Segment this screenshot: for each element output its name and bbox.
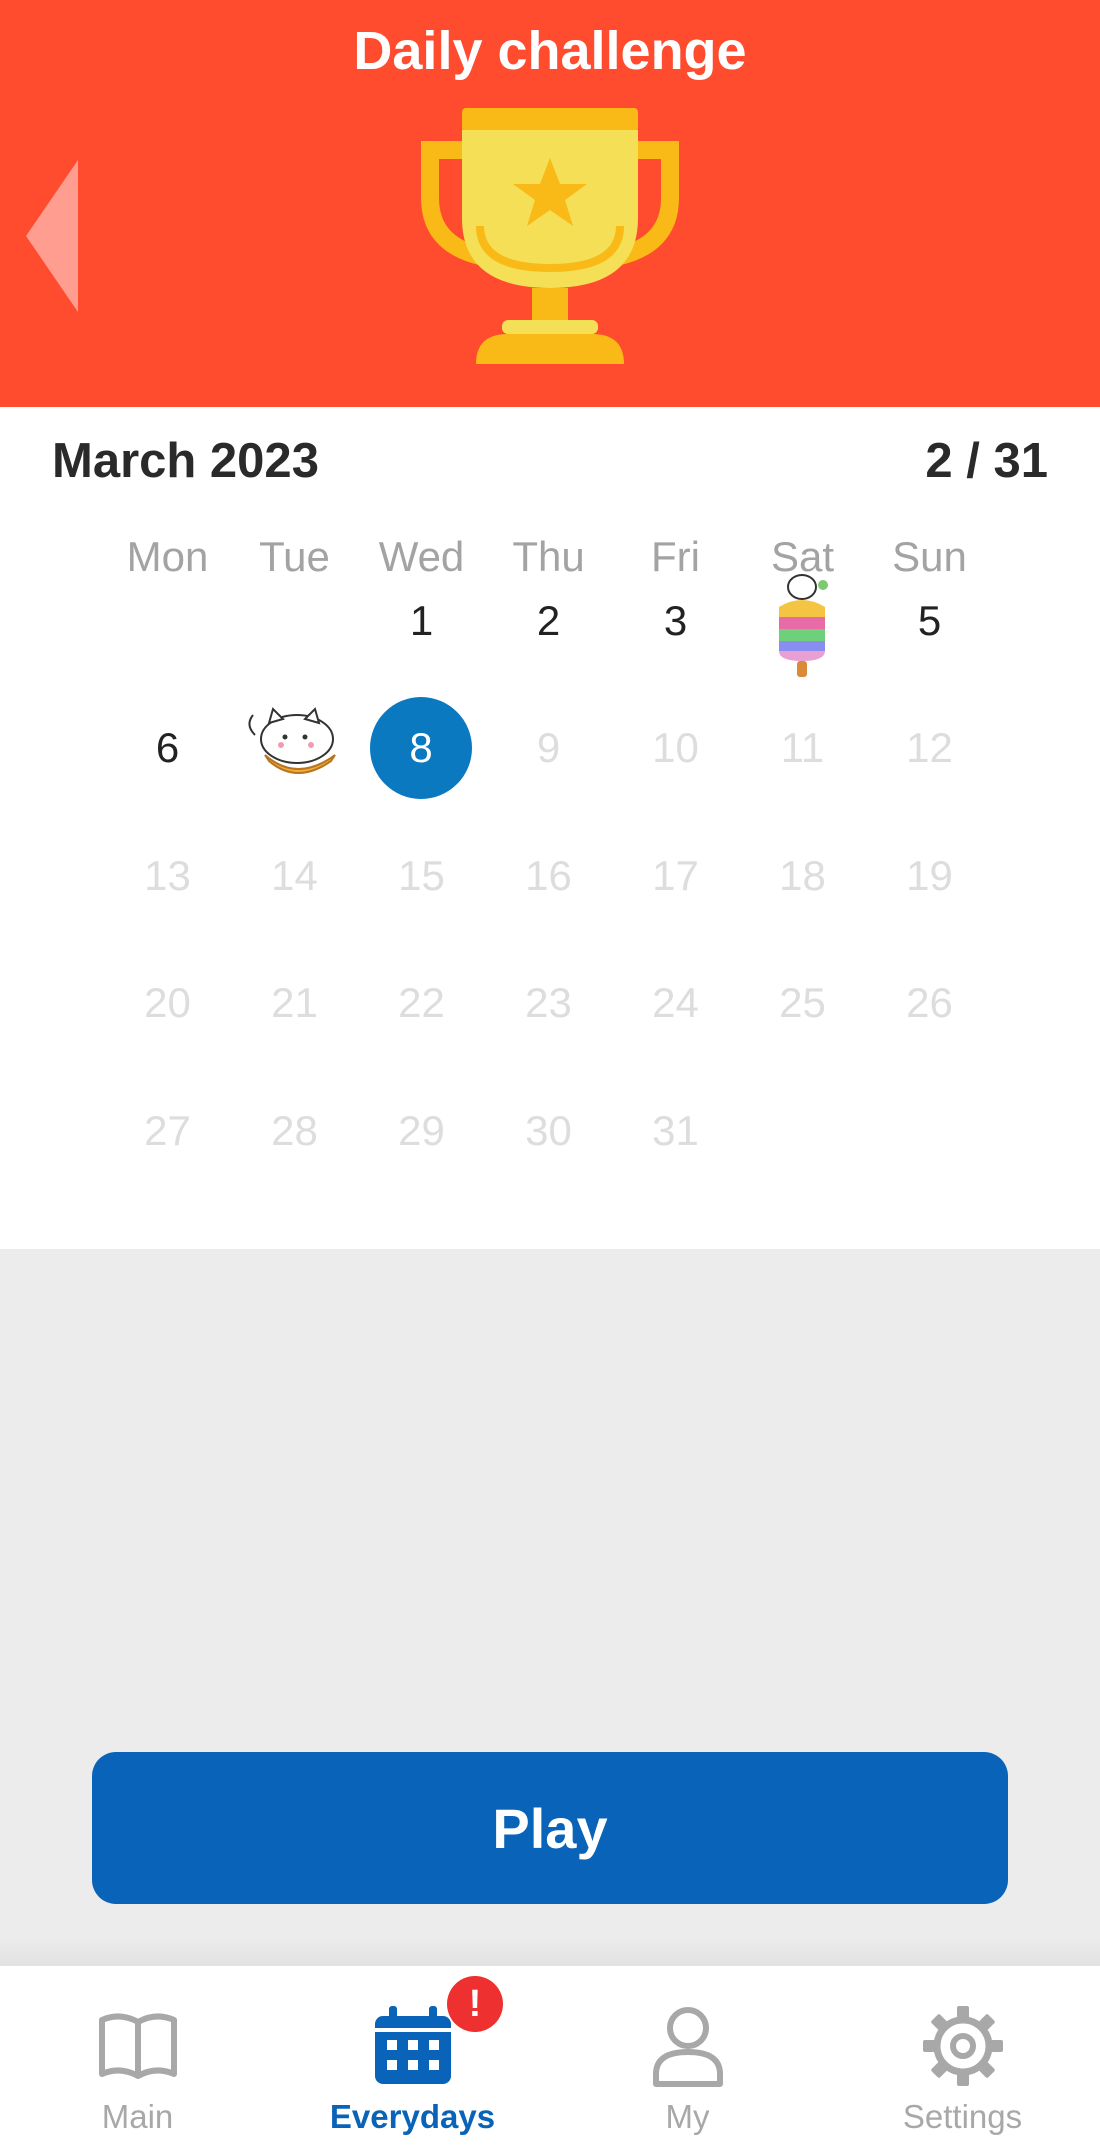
day-number: 10 — [652, 724, 699, 771]
calendar-day-11[interactable]: 11 — [739, 685, 866, 812]
ice-cream-cat-sticker-icon — [779, 574, 828, 677]
calendar-day-6[interactable]: 6 — [104, 685, 231, 812]
notification-badge: ! — [447, 1976, 503, 2032]
calendar-day-1[interactable]: 1 — [358, 557, 485, 684]
calendar-day-20[interactable]: 20 — [104, 940, 231, 1067]
calendar-day-8[interactable]: 8 — [358, 685, 485, 812]
cat-in-bowl-sticker-icon — [248, 706, 336, 774]
calendar-day-23[interactable]: 23 — [485, 940, 612, 1067]
calendar-day-31[interactable]: 31 — [612, 1067, 739, 1194]
month-title: March 2023 — [52, 434, 319, 488]
calendar-day-25[interactable]: 25 — [739, 940, 866, 1067]
tab-settings-label: Settings — [902, 2098, 1023, 2135]
book-icon — [99, 2013, 177, 2079]
header: Daily challenge — [0, 0, 1100, 407]
day-number: 29 — [398, 1106, 445, 1154]
day-number: 19 — [906, 851, 953, 899]
tab-main-label: Main — [101, 2098, 174, 2135]
day-number: 8 — [370, 696, 472, 799]
calendar-day-14[interactable]: 14 — [231, 812, 358, 939]
calendar-day-16[interactable]: 16 — [485, 812, 612, 939]
day-number: 11 — [780, 724, 825, 771]
tab-my[interactable]: My — [550, 1966, 825, 2150]
progress-counter: 2 / 31 — [925, 434, 1048, 488]
day-number: 28 — [271, 1106, 318, 1154]
play-button[interactable]: Play — [92, 1752, 1008, 1904]
user-icon — [653, 2007, 723, 2087]
day-number: 14 — [271, 851, 318, 899]
calendar-day-28[interactable]: 28 — [231, 1067, 358, 1194]
day-number: 31 — [652, 1106, 699, 1154]
tabbar-shadow — [0, 1938, 1100, 1966]
day-number: 17 — [652, 851, 699, 899]
day-number: 1 — [409, 596, 434, 644]
tab-bar: Main ! Everydays My Settings — [0, 1966, 1100, 2150]
day-number: 20 — [144, 979, 191, 1026]
day-grid: 1 2 3 5 6 8 9 10 11 12 13 14 15 16 17 18 19 20 21 22 23 24 25 2… — [104, 574, 996, 1260]
calendar-day-5[interactable]: 5 — [866, 557, 993, 684]
day-number: 24 — [652, 979, 699, 1026]
tab-my-label: My — [665, 2098, 710, 2135]
calendar-panel: March 2023 2 / 31 Mon Tue Wed Thu Fri Sa… — [0, 407, 1100, 1249]
calendar-day-19[interactable]: 19 — [866, 812, 993, 939]
day-number: 6 — [155, 724, 180, 771]
calendar-day-9[interactable]: 9 — [485, 685, 612, 812]
calendar-day-4-completed[interactable] — [739, 557, 866, 684]
day-number: 22 — [398, 979, 445, 1026]
calendar-day-3[interactable]: 3 — [612, 557, 739, 684]
trophy-icon — [421, 108, 679, 364]
calendar-icon — [375, 2006, 451, 2084]
day-number: 13 — [144, 851, 191, 899]
calendar-day-21[interactable]: 21 — [231, 940, 358, 1067]
tab-settings[interactable]: Settings — [825, 1966, 1100, 2150]
page-title: Daily challenge — [353, 21, 747, 81]
day-number: 27 — [144, 1106, 191, 1154]
day-number: 12 — [906, 724, 953, 771]
calendar-day-12[interactable]: 12 — [866, 685, 993, 812]
tab-everydays[interactable]: ! Everydays — [275, 1966, 550, 2150]
day-number: 23 — [525, 979, 572, 1026]
calendar-day-26[interactable]: 26 — [866, 940, 993, 1067]
day-number: 5 — [917, 596, 942, 644]
weekday-mon: Mon — [126, 533, 209, 580]
calendar-day-18[interactable]: 18 — [739, 812, 866, 939]
back-arrow-icon[interactable] — [26, 160, 78, 312]
day-number: 30 — [525, 1106, 572, 1154]
tab-main[interactable]: Main — [0, 1966, 275, 2150]
calendar-day-17[interactable]: 17 — [612, 812, 739, 939]
calendar-day-10[interactable]: 10 — [612, 685, 739, 812]
day-number: 25 — [779, 979, 826, 1026]
calendar-day-30[interactable]: 30 — [485, 1067, 612, 1194]
tab-everydays-label: Everydays — [329, 2098, 496, 2135]
calendar-day-2[interactable]: 2 — [485, 557, 612, 684]
gear-icon — [923, 2006, 1003, 2086]
day-number: 3 — [663, 596, 688, 644]
calendar-day-22[interactable]: 22 — [358, 940, 485, 1067]
calendar-day-29[interactable]: 29 — [358, 1067, 485, 1194]
day-number: 26 — [906, 979, 953, 1026]
calendar-day-13[interactable]: 13 — [104, 812, 231, 939]
calendar-day-15[interactable]: 15 — [358, 812, 485, 939]
day-number: 2 — [536, 596, 561, 644]
day-number: 21 — [271, 979, 318, 1026]
day-number: 9 — [536, 724, 561, 771]
weekday-tue: Tue — [259, 533, 330, 580]
day-number: 18 — [779, 851, 826, 899]
calendar-day-24[interactable]: 24 — [612, 940, 739, 1067]
calendar-day-27[interactable]: 27 — [104, 1067, 231, 1194]
day-number: 16 — [525, 851, 572, 899]
calendar-day-7-completed[interactable] — [231, 685, 358, 812]
day-number: 15 — [398, 851, 445, 899]
